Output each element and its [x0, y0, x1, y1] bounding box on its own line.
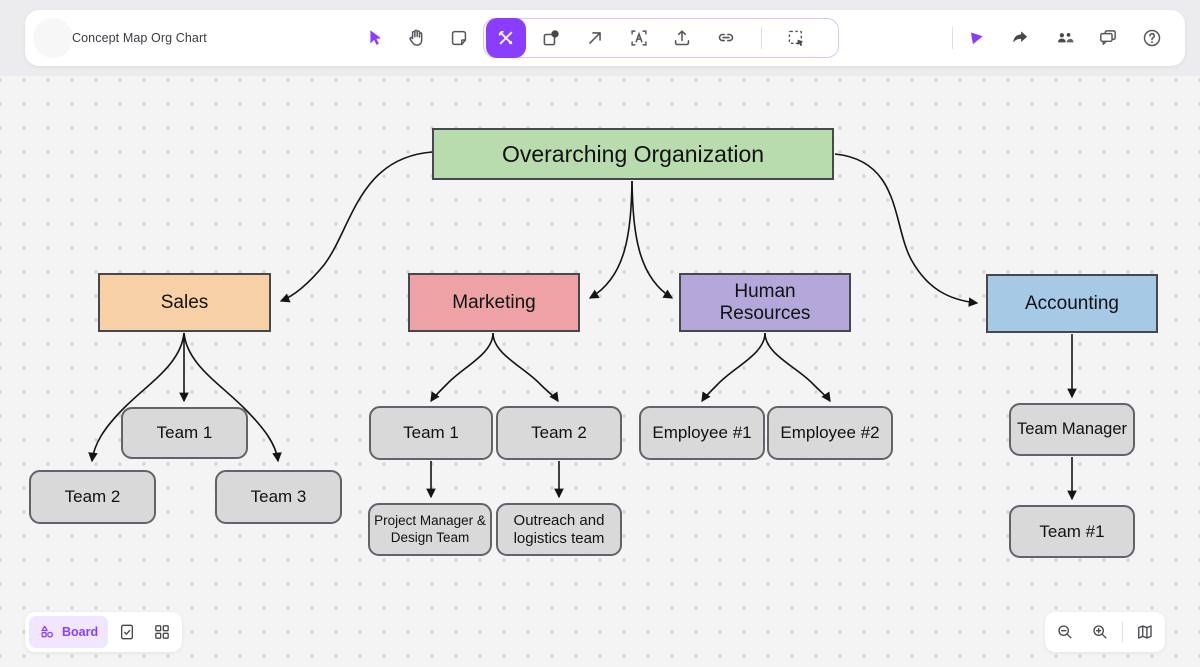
- node-sales-team-3[interactable]: Team 3: [215, 470, 342, 524]
- node-overarching-organization[interactable]: Overarching Organization: [432, 128, 834, 180]
- board-shapes-icon: [41, 625, 48, 631]
- header-strip: Concept Map Org Chart: [0, 0, 1200, 76]
- whiteboard-canvas[interactable]: Overarching Organization Sales Marketing…: [0, 76, 1200, 667]
- node-team-manager[interactable]: Team Manager: [1009, 403, 1135, 456]
- link-icon[interactable]: [708, 20, 744, 56]
- node-team-number-1[interactable]: Team #1: [1009, 505, 1135, 558]
- home-button[interactable]: [33, 18, 73, 58]
- collaborators-icon[interactable]: [1047, 20, 1083, 56]
- node-human-resources[interactable]: Human Resources: [679, 273, 851, 332]
- text-frame-icon[interactable]: [621, 20, 657, 56]
- board-tab-label: Board: [62, 625, 99, 639]
- zoom-out-icon[interactable]: [1049, 616, 1081, 648]
- node-marketing-team-2[interactable]: Team 2: [496, 406, 622, 460]
- marquee-select-icon[interactable]: [778, 20, 814, 56]
- checklist-icon[interactable]: [111, 616, 143, 648]
- document-title[interactable]: Concept Map Org Chart: [72, 10, 207, 66]
- zoom-controls: [1045, 612, 1165, 652]
- arrow-icon[interactable]: [577, 20, 613, 56]
- zoom-divider: [1122, 622, 1123, 642]
- node-sales-team-1[interactable]: Team 1: [121, 407, 248, 459]
- map-icon[interactable]: [1129, 616, 1161, 648]
- node-accounting[interactable]: Accounting: [986, 274, 1158, 333]
- laser-pointer-icon[interactable]: [959, 20, 995, 56]
- toolbar-divider: [761, 27, 762, 49]
- header-divider: [952, 27, 953, 49]
- node-marketing-team-1[interactable]: Team 1: [369, 406, 493, 460]
- node-employee-2[interactable]: Employee #2: [767, 406, 893, 460]
- comments-icon[interactable]: [1090, 20, 1126, 56]
- share-icon[interactable]: [1002, 20, 1038, 56]
- sticky-note-icon[interactable]: [441, 20, 477, 56]
- node-sales[interactable]: Sales: [98, 273, 271, 332]
- shapes-icon[interactable]: [533, 20, 569, 56]
- select-cursor-icon[interactable]: [357, 20, 393, 56]
- node-marketing[interactable]: Marketing: [408, 273, 580, 332]
- tools-icon[interactable]: [486, 18, 526, 58]
- view-switcher: Board: [25, 612, 183, 652]
- upload-icon[interactable]: [664, 20, 700, 56]
- node-pm-design-team[interactable]: Project Manager & Design Team: [368, 503, 492, 556]
- help-icon[interactable]: [1134, 20, 1170, 56]
- node-employee-1[interactable]: Employee #1: [639, 406, 765, 460]
- grid-icon[interactable]: [146, 616, 178, 648]
- node-outreach-logistics[interactable]: Outreach and logistics team: [496, 503, 622, 556]
- board-tab[interactable]: Board: [29, 616, 109, 648]
- top-toolbar: Concept Map Org Chart: [25, 10, 1185, 66]
- node-sales-team-2[interactable]: Team 2: [29, 470, 156, 524]
- zoom-in-icon[interactable]: [1084, 616, 1116, 648]
- hand-icon[interactable]: [399, 20, 435, 56]
